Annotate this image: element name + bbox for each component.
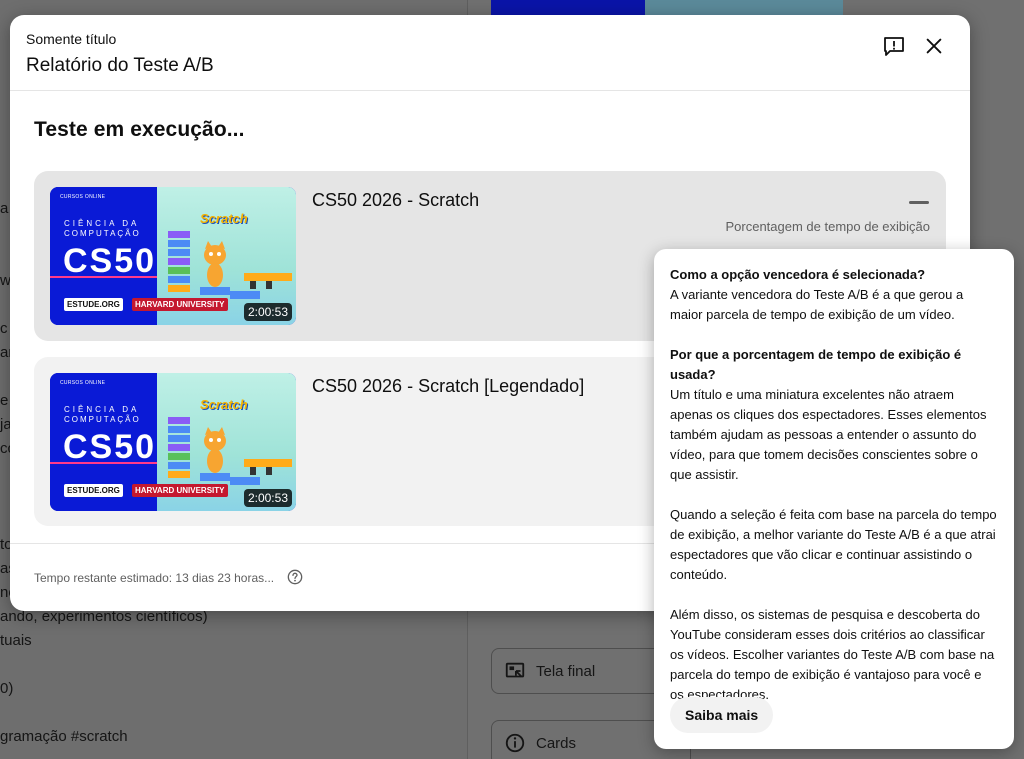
end-screen-icon <box>504 660 526 682</box>
cards-label: Cards <box>536 734 577 752</box>
close-button[interactable] <box>921 35 947 61</box>
thumbnail-platform-graphic <box>200 459 292 485</box>
thumbnail-platform-graphic <box>200 273 292 299</box>
variant-title: CS50 2026 - Scratch [Legendado] <box>312 376 585 396</box>
end-screen-label: Tela final <box>536 662 596 680</box>
thumbnail-line-2: COMPUTAÇÃO <box>64 229 141 238</box>
feedback-button[interactable] <box>881 35 907 61</box>
popover-answer: Um título e uma miniatura excelentes não… <box>670 387 987 482</box>
popover-answer: A variante vencedora do Teste A/B é a qu… <box>670 287 964 322</box>
thumbnail-scratch-logo: Scratch <box>200 397 248 412</box>
thumbnail-line-1: CIÊNCIA DA <box>64 219 140 228</box>
section-title: Teste em execução... <box>34 118 245 141</box>
video-duration: 2:00:53 <box>243 303 292 321</box>
learn-more-button[interactable]: Saiba mais <box>670 697 774 733</box>
popover-question: Como a opção vencedora é selecionada? <box>670 267 926 282</box>
thumbnail-brand: CURSOS ONLINE <box>60 194 106 200</box>
dialog-header: Somente título Relatório do Teste A/B <box>10 15 970 91</box>
metric-label: Porcentagem de tempo de exibição <box>725 219 930 234</box>
popover-paragraph: Além disso, os sistemas de pesquisa e de… <box>670 607 995 702</box>
thumbnail-tag-estude: ESTUDE.ORG <box>64 484 123 497</box>
background-text: 0) <box>0 680 14 697</box>
background-thumbnail-right <box>645 0 843 15</box>
thumbnail-scratch-logo: Scratch <box>200 211 248 226</box>
dialog-title: Relatório do Teste A/B <box>26 55 214 76</box>
background-text: tuais <box>0 632 32 649</box>
dialog-subtitle: Somente título <box>26 31 117 47</box>
video-thumbnail: CURSOS ONLINE CIÊNCIA DA COMPUTAÇÃO CS50… <box>50 373 296 511</box>
popover-section-1: Como a opção vencedora é selecionada? A … <box>670 265 998 325</box>
background-text: gramação #scratch <box>0 728 128 745</box>
thumbnail-tag-estude: ESTUDE.ORG <box>64 298 123 311</box>
close-icon <box>923 35 945 62</box>
metric-dash-indicator <box>909 201 929 204</box>
popover-paragraph: Quando a seleção é feita com base na par… <box>670 507 997 582</box>
popover-section-2: Por que a porcentagem de tempo de exibiç… <box>670 345 998 485</box>
help-popover: Como a opção vencedora é selecionada? A … <box>654 249 1014 749</box>
feedback-icon <box>882 34 906 63</box>
thumbnail-bar <box>50 462 157 464</box>
estimated-time-remaining: Tempo restante estimado: 13 dias 23 hora… <box>34 571 275 585</box>
help-icon[interactable] <box>287 569 303 585</box>
thumbnail-line-1: CIÊNCIA DA <box>64 405 140 414</box>
video-thumbnail: CURSOS ONLINE CIÊNCIA DA COMPUTAÇÃO CS50… <box>50 187 296 325</box>
popover-question: Por que a porcentagem de tempo de exibiç… <box>670 347 962 382</box>
thumbnail-line-2: COMPUTAÇÃO <box>64 415 141 424</box>
info-icon <box>504 732 526 754</box>
video-duration: 2:00:53 <box>243 489 292 507</box>
thumbnail-blocks-graphic <box>168 231 190 292</box>
thumbnail-blocks-graphic <box>168 417 190 478</box>
background-text: c <box>0 320 8 337</box>
thumbnail-brand: CURSOS ONLINE <box>60 380 106 386</box>
thumbnail-bar <box>50 276 157 278</box>
variant-title: CS50 2026 - Scratch <box>312 190 480 210</box>
